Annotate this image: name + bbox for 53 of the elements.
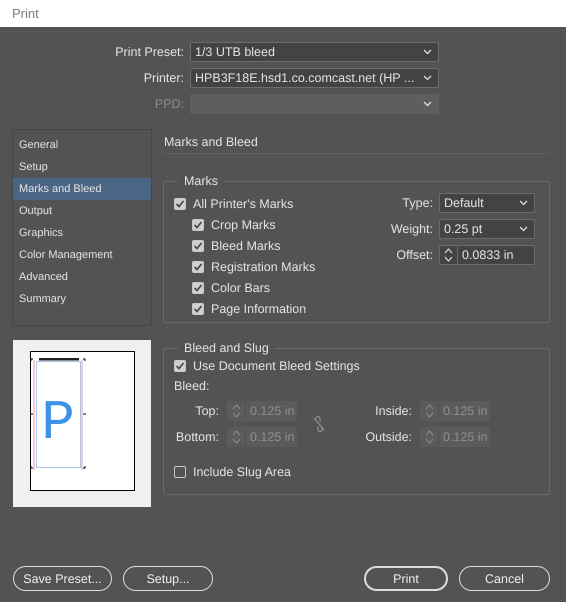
field-label: Print Preset: [114,45,184,59]
chevron-down-icon [423,49,432,55]
field-label: Offset: [395,248,433,262]
chevron-down-icon [423,75,432,81]
chevron-down-icon [519,226,528,232]
checkbox-label[interactable]: Bleed Marks [211,238,280,252]
checkbox-label[interactable]: Crop Marks [211,218,276,232]
checkbox-label[interactable]: Include Slug Area [193,464,291,478]
window-title: Print [12,6,39,21]
field-label: Inside: [374,404,412,418]
category-item[interactable]: Setup [13,156,151,178]
field-label: Type: [401,196,433,210]
checkbox[interactable] [192,218,204,230]
category-item[interactable]: General [13,134,151,156]
field-label: Printer: [142,71,184,85]
category-item[interactable]: Advanced [13,266,151,288]
checkbox[interactable] [192,240,204,252]
dialog-button[interactable]: Cancel [459,566,550,591]
checkbox-label[interactable]: Use Document Bleed Settings [193,358,360,372]
checkbox[interactable] [174,198,186,210]
dropdown[interactable]: 0.25 pt [439,219,535,239]
checkbox[interactable] [174,466,186,478]
category-item[interactable]: Marks and Bleed [13,178,151,200]
chevron-down-icon [423,101,432,107]
field-label: Outside: [364,430,412,444]
checkbox[interactable] [174,360,186,372]
chevron-down-icon [519,200,528,206]
field-label: Weight: [390,222,433,236]
page-preview-drawing: P [13,340,151,507]
checkbox-label[interactable]: Registration Marks [211,260,316,274]
category-item[interactable]: Color Management [13,244,151,266]
checkbox-label[interactable]: Color Bars [211,280,270,294]
category-item[interactable]: Output [13,200,151,222]
field-label: Bottom: [174,430,219,444]
dialog-button[interactable]: Save Preset... [13,566,112,591]
dropdown[interactable]: Default [439,193,535,213]
spinner-field[interactable]: 0.0833 in [439,245,535,265]
dropdown[interactable]: 1/3 UTB bleed [190,42,439,62]
checkbox-label[interactable]: All Printer's Marks [193,196,294,210]
dialog-button[interactable]: Setup... [123,566,213,591]
dropdown[interactable]: HPB3F18E.hsd1.co.comcast.net (HP ... [190,68,439,88]
checkbox[interactable] [192,302,204,314]
checkbox-label[interactable]: Page Information [211,302,306,316]
field-label: Bleed: [174,378,210,395]
category-item[interactable]: Graphics [13,222,151,244]
group-label: Bleed and Slug [183,341,270,355]
group-label: Marks [183,174,220,188]
dialog-button[interactable]: Print [364,566,448,591]
checkbox[interactable] [192,260,204,272]
section-title: Marks and Bleed [163,129,550,154]
category-item[interactable]: Summary [13,288,151,310]
field-label: Top: [194,404,219,418]
checkbox[interactable] [192,282,204,294]
